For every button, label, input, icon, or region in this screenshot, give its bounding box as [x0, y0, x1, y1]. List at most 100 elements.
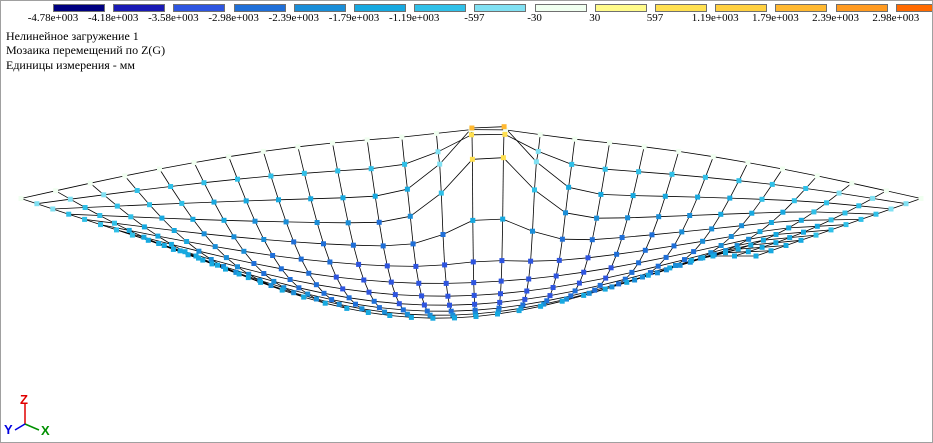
mesh-node	[384, 263, 390, 269]
mesh-edge	[174, 230, 205, 235]
deformed-mesh-plot	[18, 124, 924, 321]
mesh-edge	[473, 280, 502, 283]
mesh-edge	[540, 134, 575, 140]
mesh-node	[609, 284, 615, 290]
mesh-edge	[689, 213, 721, 216]
mesh-node	[82, 216, 88, 222]
mesh-edge	[568, 186, 601, 195]
mesh-edge	[103, 190, 138, 196]
axis-triad: Z Y X	[4, 392, 50, 438]
mesh-node	[640, 274, 645, 280]
mesh-node	[442, 262, 448, 268]
mesh-node	[501, 124, 507, 130]
mesh-node	[676, 148, 682, 154]
mesh-node	[291, 239, 297, 245]
mesh-node	[500, 216, 506, 222]
mesh-edge	[530, 260, 560, 262]
mesh-edge	[254, 220, 287, 223]
mesh-edge	[605, 168, 639, 173]
mesh-edge	[263, 239, 294, 243]
mesh-edge	[137, 186, 171, 191]
mesh-node	[745, 160, 751, 166]
mesh-edge	[697, 196, 730, 199]
mesh-node	[649, 232, 655, 238]
mesh-node	[535, 148, 541, 154]
mesh-node	[533, 159, 539, 165]
mesh-edge	[170, 182, 205, 187]
mesh-node	[421, 302, 427, 308]
mesh-edge	[627, 216, 659, 219]
mesh-edge	[203, 182, 215, 203]
mesh-node	[723, 250, 728, 256]
mesh-node	[200, 257, 206, 263]
mesh-node	[359, 306, 365, 312]
mesh-node	[258, 279, 264, 285]
model-viewport[interactable]: -4.78e+003 -4.18e+003 -3.58e+003 -2.98e+003…	[0, 0, 933, 443]
mesh-edge	[263, 146, 298, 152]
mesh-node	[419, 293, 425, 299]
mesh-node	[314, 296, 319, 302]
mesh-edge	[844, 212, 877, 215]
mesh-edge	[678, 151, 714, 158]
mesh-edge	[181, 201, 215, 204]
mesh-node	[710, 154, 716, 160]
mesh-edge	[665, 195, 698, 198]
mesh-edge	[285, 221, 295, 243]
mesh-edge	[439, 164, 442, 194]
mesh-edge	[738, 180, 773, 185]
mesh-node	[687, 213, 693, 218]
mesh-node	[814, 173, 820, 179]
mesh-node	[261, 271, 267, 276]
mesh-edge	[387, 265, 416, 267]
mesh-edge	[475, 313, 498, 317]
mesh-edge	[310, 197, 344, 200]
mesh-edge	[658, 196, 666, 217]
mesh-edge	[349, 297, 375, 302]
mesh-edge	[472, 220, 474, 262]
mesh-node	[114, 227, 119, 233]
mesh-edge	[130, 216, 162, 219]
mesh-node	[736, 178, 742, 184]
mesh-node	[129, 232, 135, 238]
mesh-edge	[705, 156, 714, 178]
mesh-node	[791, 198, 797, 204]
mesh-node	[387, 313, 393, 318]
mesh-edge	[851, 182, 887, 192]
x-axis-label: X	[41, 423, 50, 438]
mesh-node	[433, 130, 439, 136]
mesh-node	[749, 210, 755, 216]
mesh-edge	[501, 278, 529, 282]
mesh-edge	[475, 311, 499, 315]
mesh-node	[101, 192, 107, 198]
mesh-node	[662, 193, 668, 199]
mesh-edge	[246, 199, 279, 202]
mesh-node	[759, 196, 765, 202]
mesh-edge	[192, 218, 225, 221]
mesh-node	[636, 260, 642, 266]
mesh-edge	[537, 134, 541, 152]
mesh-edge	[565, 187, 569, 213]
mesh-node	[873, 211, 879, 217]
mesh-node	[356, 261, 362, 267]
mesh-node	[471, 292, 477, 298]
mesh-edge	[316, 222, 324, 244]
mesh-edge	[534, 161, 537, 190]
mesh-node	[313, 282, 319, 288]
mesh-edge	[213, 201, 225, 221]
mesh-node	[824, 200, 829, 206]
mesh-edge	[681, 228, 712, 233]
mesh-node	[128, 214, 134, 220]
mesh-edge	[204, 233, 234, 238]
mesh-node	[629, 269, 635, 275]
mesh-edge	[223, 219, 256, 222]
mesh-edge	[412, 234, 444, 245]
mesh-node	[624, 279, 630, 285]
mesh-node	[568, 293, 574, 299]
mesh-edge	[213, 200, 247, 203]
mesh-edge	[303, 173, 312, 199]
mesh-node	[366, 289, 372, 295]
mesh-node	[569, 161, 575, 167]
mesh-edge	[591, 218, 597, 240]
mesh-edge	[407, 189, 411, 217]
mesh-node	[780, 209, 786, 215]
